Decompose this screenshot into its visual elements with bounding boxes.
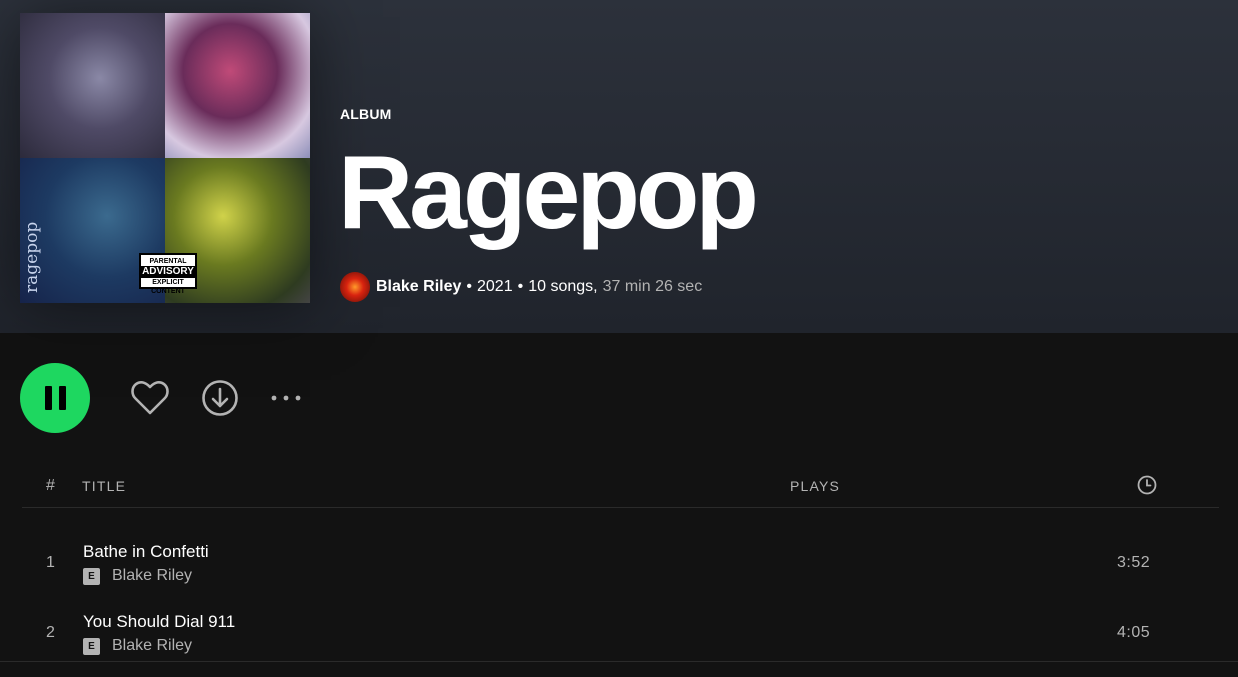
track-row[interactable]: 2 You Should Dial 911 E Blake Riley 4:05	[22, 607, 1219, 663]
artist-link[interactable]: Blake Riley	[376, 278, 461, 296]
pause-icon	[58, 386, 66, 410]
column-duration	[1137, 475, 1157, 498]
track-title[interactable]: Bathe in Confetti	[83, 542, 209, 562]
album-title: Ragepop	[338, 135, 759, 251]
divider	[0, 661, 1238, 662]
cover-tile	[20, 13, 165, 158]
pause-icon	[44, 386, 52, 410]
album-header: ragepop PARENTAL ADVISORY EXPLICIT CONTE…	[0, 0, 1238, 333]
clock-icon	[1137, 475, 1157, 495]
meta-bullet: •	[517, 278, 524, 295]
track-duration: 3:52	[1117, 554, 1151, 571]
explicit-badge: E	[83, 637, 100, 655]
download-button[interactable]	[198, 376, 242, 420]
artist-avatar[interactable]	[340, 272, 370, 302]
track-subline: E Blake Riley	[83, 637, 192, 655]
parental-advisory-badge: PARENTAL ADVISORY EXPLICIT CONTENT	[139, 253, 197, 295]
album-duration: 37 min 26 sec	[602, 278, 703, 295]
more-options-button[interactable]	[264, 376, 308, 420]
track-number: 2	[46, 624, 55, 641]
pause-button[interactable]	[20, 363, 90, 433]
explicit-badge: E	[83, 567, 100, 585]
column-number: #	[46, 477, 57, 494]
heart-icon	[131, 381, 169, 415]
badge-main: ADVISORY	[141, 266, 195, 278]
meta-bullet: •	[466, 278, 472, 295]
download-icon	[202, 380, 238, 416]
save-to-library-button[interactable]	[128, 376, 172, 420]
track-duration: 4:05	[1117, 624, 1151, 641]
track-title[interactable]: You Should Dial 911	[83, 612, 235, 632]
column-title: TITLE	[82, 478, 127, 494]
badge-bottom: EXPLICIT CONTENT	[151, 279, 185, 295]
tracklist-header: # TITLE PLAYS	[22, 470, 1219, 508]
track-artist[interactable]: Blake Riley	[112, 637, 192, 655]
track-row[interactable]: 1 Bathe in Confetti E Blake Riley 3:52	[22, 537, 1219, 593]
album-meta: Blake Riley • 2021 • 10 songs, 37 min 26…	[340, 271, 702, 303]
badge-top: PARENTAL	[149, 258, 187, 265]
cover-tile	[165, 13, 310, 158]
track-number: 1	[46, 554, 55, 571]
album-cover: ragepop PARENTAL ADVISORY EXPLICIT CONTE…	[20, 13, 310, 303]
album-type-label: ALBUM	[340, 106, 392, 122]
action-bar	[20, 363, 308, 433]
album-year: 2021	[477, 278, 513, 295]
cover-side-text: ragepop	[22, 221, 42, 293]
song-count: 10 songs,	[528, 278, 598, 295]
track-subline: E Blake Riley	[83, 567, 192, 585]
track-artist[interactable]: Blake Riley	[112, 567, 192, 585]
column-plays: PLAYS	[790, 478, 841, 494]
more-icon	[271, 395, 301, 401]
